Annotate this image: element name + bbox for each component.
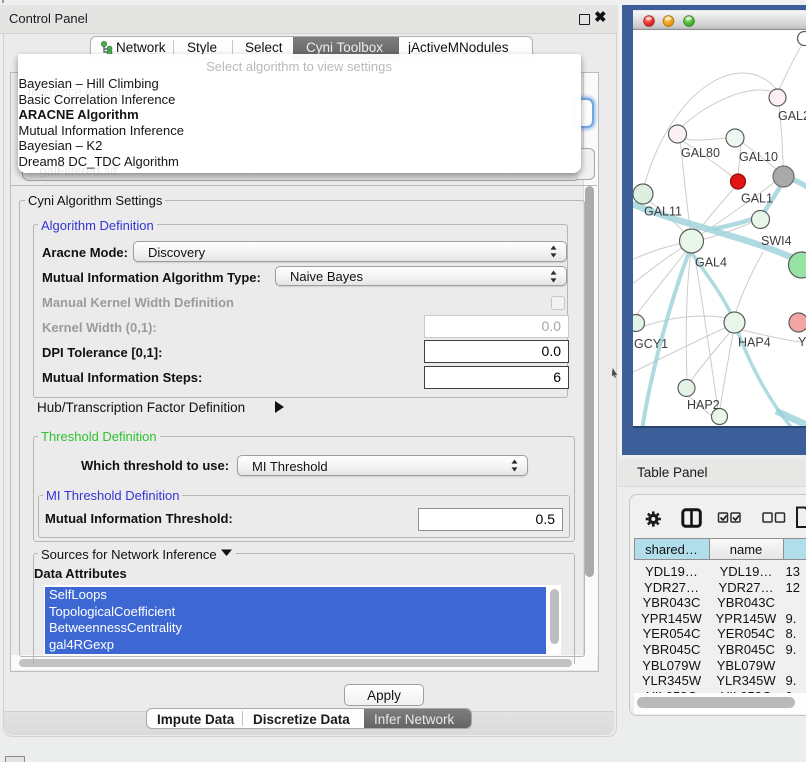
svg-text:GAL4: GAL4: [695, 256, 727, 270]
svg-text:SWI4: SWI4: [761, 234, 792, 248]
svg-text:YM: YM: [798, 335, 806, 349]
svg-text:GAL10: GAL10: [739, 150, 778, 164]
svg-text:GAL1: GAL1: [741, 192, 773, 206]
svg-text:HAP4: HAP4: [738, 336, 771, 350]
svg-text:GCY1: GCY1: [634, 337, 668, 351]
svg-text:GAL80: GAL80: [681, 146, 720, 160]
svg-text:GAL2: GAL2: [778, 109, 806, 123]
svg-text:HAP2: HAP2: [687, 398, 720, 412]
svg-text:GAL11: GAL11: [644, 205, 682, 219]
